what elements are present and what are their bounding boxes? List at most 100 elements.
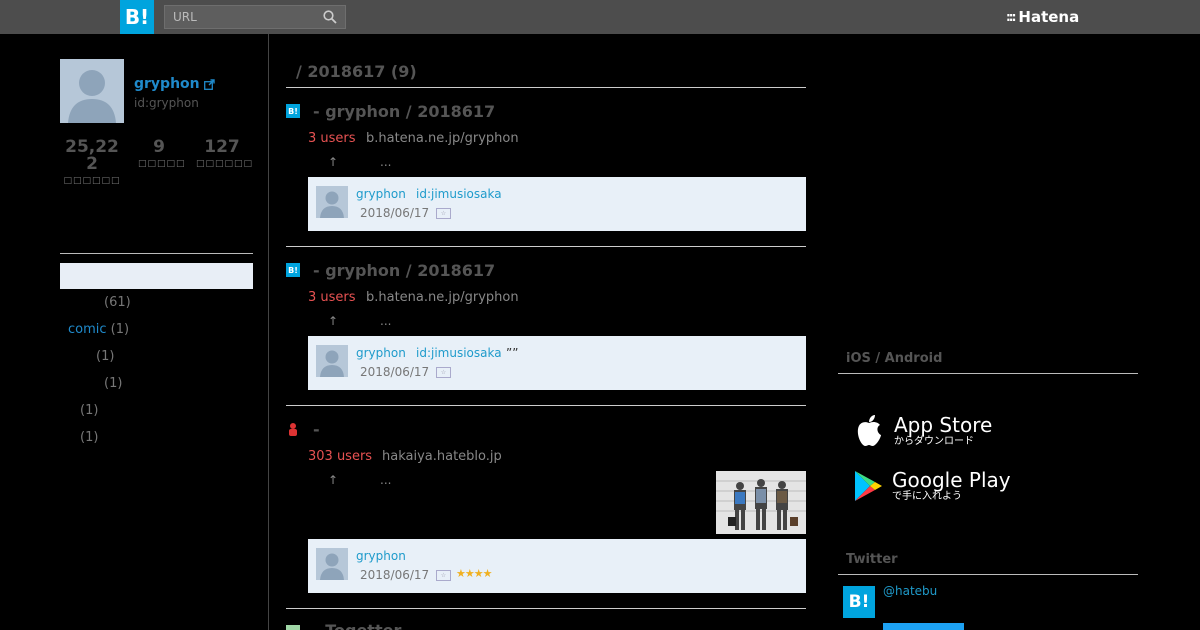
hatena-bookmark-favicon-icon: B! xyxy=(286,263,300,277)
entry-domain-link[interactable]: hakaiya.hateblo.jp xyxy=(382,449,502,464)
twitter-follow-button[interactable] xyxy=(883,623,964,630)
category-count: (1) xyxy=(104,376,123,391)
category-item[interactable]: (1) xyxy=(96,349,114,364)
comment-id-link[interactable]: id:jimusiosaka xyxy=(416,187,502,201)
commenter-name-link[interactable]: gryphon xyxy=(356,346,406,360)
category-count: (1) xyxy=(110,322,130,337)
star-rating[interactable]: ★★★★ xyxy=(456,567,492,580)
apple-icon xyxy=(857,415,881,446)
comment-id-link[interactable]: id:jimusiosaka xyxy=(416,346,502,360)
hatebu-twitter-avatar[interactable]: B! xyxy=(843,586,875,618)
app-store-badge[interactable]: App Store からダウンロード xyxy=(852,413,992,449)
app-store-label: App Store xyxy=(894,413,993,437)
bookmark-comment: gryphon id:jimusiosaka ”” 2018/06/17 ☆ xyxy=(308,336,806,390)
stat-label: □□□□□□ xyxy=(196,159,254,169)
apps-section-title: iOS / Android xyxy=(846,351,943,366)
add-star-icon[interactable]: ☆ xyxy=(436,570,451,581)
entry-excerpt: ... xyxy=(380,155,392,169)
left-sidebar: gryphon id:gryphon 25,22 2 □□□□□□ 9 □□□□… xyxy=(0,34,269,630)
commenter-avatar[interactable] xyxy=(316,345,348,377)
brand-name: Hatena xyxy=(1018,8,1080,26)
twitter-section-divider xyxy=(838,574,1138,575)
hatena-bookmark-logo[interactable]: B! xyxy=(120,0,154,34)
category-count: (1) xyxy=(80,403,99,418)
commenter-name-link[interactable]: gryphon xyxy=(356,549,406,563)
stat-following[interactable]: 9 □□□□□ xyxy=(138,137,186,170)
external-link-icon xyxy=(203,78,215,90)
google-play-label: Google Play xyxy=(892,468,1011,492)
category-count: (61) xyxy=(104,295,131,310)
togetter-favicon-icon xyxy=(286,625,300,630)
entry-title-link[interactable]: - gryphon / 2018617 xyxy=(313,102,495,121)
entry-excerpt: ... xyxy=(380,314,392,328)
entry-divider xyxy=(286,608,806,609)
comment-date[interactable]: 2018/06/17 xyxy=(360,365,429,379)
add-star-icon[interactable]: ☆ xyxy=(436,208,451,219)
category-item[interactable]: (1) xyxy=(80,430,98,445)
category-item[interactable]: (61) xyxy=(104,295,131,310)
apps-section-divider xyxy=(838,373,1138,374)
entry-excerpt: ... xyxy=(380,473,392,487)
url-search-input[interactable] xyxy=(165,6,315,28)
entry-title-link[interactable]: - Togetter xyxy=(313,621,401,630)
user-silhouette-icon xyxy=(320,350,344,377)
comment-date[interactable]: 2018/06/17 xyxy=(360,568,429,582)
hatena-brand-link[interactable]: ::: Hatena xyxy=(1006,8,1079,26)
entry-domain-link[interactable]: b.hatena.ne.jp/gryphon xyxy=(366,290,519,305)
user-silhouette-icon xyxy=(320,191,344,218)
profile-avatar[interactable] xyxy=(60,59,124,123)
entry-domain-link[interactable]: b.hatena.ne.jp/gryphon xyxy=(366,131,519,146)
title-divider xyxy=(286,87,806,88)
commenter-avatar[interactable] xyxy=(316,548,348,580)
stat-value: 9 xyxy=(153,137,165,157)
add-star-icon[interactable]: ☆ xyxy=(436,367,451,378)
site-favicon-icon xyxy=(286,422,300,436)
entry-users-count[interactable]: 303 users xyxy=(308,449,372,464)
entry-title-link[interactable]: - xyxy=(313,420,320,439)
category-count: (1) xyxy=(80,430,99,445)
search-icon[interactable] xyxy=(323,10,337,24)
category-name: comic xyxy=(68,322,107,337)
search-box xyxy=(164,5,346,29)
profile-name: gryphon xyxy=(134,76,200,92)
bookmark-comment: gryphon id:jimusiosaka 2018/06/17 ☆ xyxy=(308,177,806,231)
category-item[interactable]: (1) xyxy=(80,403,98,418)
entry-arrow: ↑ xyxy=(328,473,339,487)
stat-followers[interactable]: 127 □□□□□□ xyxy=(196,137,254,170)
twitter-section-title: Twitter xyxy=(846,552,898,567)
profile-id: id:gryphon xyxy=(134,96,199,110)
top-bar: B! ::: Hatena xyxy=(0,0,1200,34)
hatena-bookmark-favicon-icon: B! xyxy=(286,104,300,118)
stat-bookmarks[interactable]: 25,22 2 □□□□□□ xyxy=(62,139,122,187)
twitter-handle-link[interactable]: @hatebu xyxy=(883,584,937,598)
entry-title-link[interactable]: - gryphon / 2018617 xyxy=(313,261,495,280)
stat-label: □□□□□ xyxy=(138,159,186,169)
hatena-mark-icon: ::: xyxy=(1006,10,1017,24)
category-count: (1) xyxy=(96,349,115,364)
profile-name-link[interactable]: gryphon xyxy=(134,76,215,92)
user-silhouette-icon xyxy=(68,70,116,123)
sidebar-search-box[interactable] xyxy=(60,263,253,289)
entry-users-count[interactable]: 3 users xyxy=(308,131,356,146)
stat-value: 127 xyxy=(204,137,240,157)
stat-label: □□□□□□ xyxy=(63,176,121,186)
sidebar-divider xyxy=(60,253,253,254)
comment-date[interactable]: 2018/06/17 xyxy=(360,206,429,220)
entry-arrow: ↑ xyxy=(328,314,339,328)
stat-value-cont: 2 xyxy=(86,154,98,174)
commenter-avatar[interactable] xyxy=(316,186,348,218)
page-title: / 2018617 (9) xyxy=(296,62,417,81)
bookmark-comment: gryphon 2018/06/17 ☆ ★★★★ xyxy=(308,539,806,593)
entry-users-count[interactable]: 3 users xyxy=(308,290,356,305)
google-play-badge[interactable]: Google Play で手に入れよう xyxy=(852,469,1011,503)
commenter-name-link[interactable]: gryphon xyxy=(356,187,406,201)
google-play-sublabel: で手に入れよう xyxy=(892,491,962,502)
comment-text: ”” xyxy=(506,346,519,360)
category-item[interactable]: (1) xyxy=(104,376,122,391)
entry-arrow: ↑ xyxy=(328,155,339,169)
entry-thumbnail-image[interactable] xyxy=(716,471,806,534)
entry-divider xyxy=(286,405,806,406)
user-silhouette-icon xyxy=(320,553,344,580)
app-store-sublabel: からダウンロード xyxy=(894,436,974,447)
category-item-comic[interactable]: comic (1) xyxy=(68,322,129,337)
